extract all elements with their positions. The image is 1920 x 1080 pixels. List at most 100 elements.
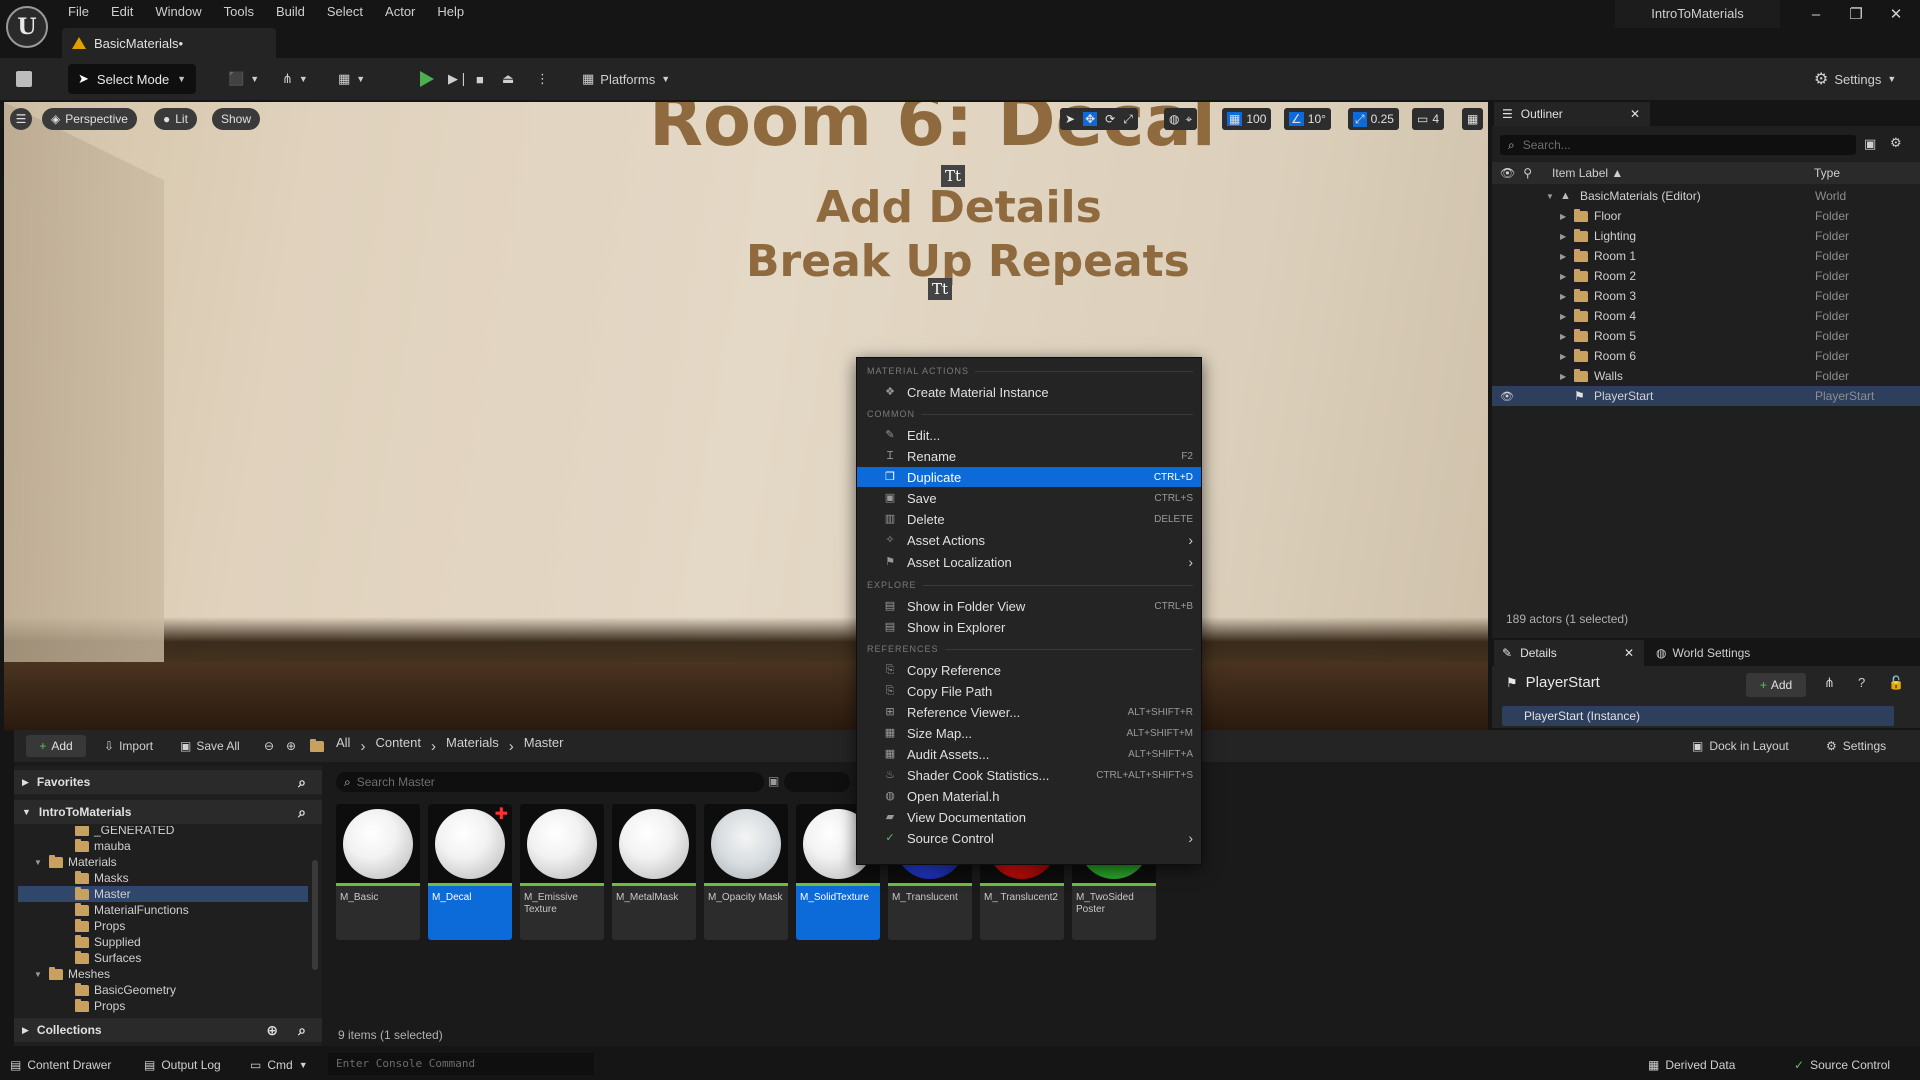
close-tab-icon[interactable]: ✕ (1630, 107, 1640, 121)
chevron-down-icon[interactable]: ▼ (1546, 192, 1554, 201)
outliner-row[interactable]: ▶ Room 4 Folder (1492, 306, 1920, 326)
level-viewport[interactable]: Room 6: Decal Add Details Break Up Repea… (4, 102, 1488, 730)
angle-snap-toggle[interactable]: ∠ 10° (1284, 108, 1331, 130)
rotate-tool-icon[interactable]: ⟳ (1105, 112, 1115, 126)
menu-item-audit-assets[interactable]: ▦ Audit Assets... ALT+SHIFT+A (857, 744, 1201, 764)
menu-item-delete[interactable]: ▥ Delete DELETE (857, 509, 1201, 529)
menu-item-size-map[interactable]: ▦ Size Map... ALT+SHIFT+M (857, 723, 1201, 743)
menu-item-view-documentation[interactable]: ▰ View Documentation (857, 807, 1201, 827)
outliner-tab[interactable]: ☰ Outliner ✕ (1494, 102, 1650, 126)
breadcrumb-item[interactable]: Master (524, 735, 564, 757)
settings-dropdown[interactable]: ⚙ Settings ▼ (1814, 64, 1896, 94)
chevron-right-icon[interactable]: ▶ (1560, 352, 1566, 361)
select-mode-dropdown[interactable]: ➤ Select Mode ▼ (68, 64, 196, 94)
chevron-down-icon[interactable]: ▼ (34, 970, 44, 979)
tree-folder[interactable]: Supplied (18, 934, 308, 950)
asset-tile[interactable]: M_MetalMask (612, 804, 696, 940)
menu-item-copy-file-path[interactable]: ⎘ Copy File Path (857, 681, 1201, 701)
chevron-right-icon[interactable]: › (360, 738, 365, 755)
chevron-right-icon[interactable]: ▶ (1560, 372, 1566, 381)
outliner-row[interactable]: ▶ Room 5 Folder (1492, 326, 1920, 346)
show-button[interactable]: Show (212, 108, 261, 130)
menu-item-shader-cook-statistics[interactable]: ♨ Shader Cook Statistics... CTRL+ALT+SHIFT… (857, 765, 1201, 785)
lit-button[interactable]: ● Lit (154, 108, 197, 130)
output-log-button[interactable]: ▤ Output Log (144, 1053, 221, 1077)
select-tool-icon[interactable]: ➤ (1065, 112, 1075, 126)
play-button[interactable] (420, 64, 434, 94)
details-add-button[interactable]: + Add (1746, 673, 1806, 697)
breadcrumb-item[interactable]: All (336, 735, 350, 757)
tree-folder[interactable]: Master (18, 886, 308, 902)
advance-frame-button[interactable]: ▶❘ (448, 64, 469, 94)
menu-tools[interactable]: Tools (214, 0, 266, 24)
camera-speed-button[interactable]: ▭ 4 (1412, 108, 1445, 130)
close-tab-icon[interactable]: ✕ (1624, 646, 1634, 660)
details-instance-row[interactable]: PlayerStart (Instance) (1502, 706, 1894, 726)
back-button[interactable]: ⊖ (264, 735, 274, 757)
menu-select[interactable]: Select (317, 0, 375, 24)
blueprint-icon[interactable]: ⋔ (1824, 675, 1835, 691)
menu-help[interactable]: Help (427, 0, 476, 24)
chevron-right-icon[interactable]: › (431, 738, 436, 755)
new-folder-icon[interactable]: ▣ (1864, 136, 1876, 152)
folder-root-button[interactable] (310, 735, 324, 757)
tree-folder[interactable]: Surfaces (18, 950, 308, 966)
platforms-dropdown[interactable]: ▦ Platforms ▼ (582, 64, 670, 94)
chevron-right-icon[interactable]: ▶ (1560, 312, 1566, 321)
level-document-tab[interactable]: BasicMaterials• (62, 28, 276, 58)
tree-folder[interactable]: MaterialFunctions (18, 902, 308, 918)
menu-item-create-material-instance[interactable]: ❖ Create Material Instance (857, 382, 1201, 402)
outliner-row[interactable]: ▶ Floor Folder (1492, 206, 1920, 226)
menu-actor[interactable]: Actor (375, 0, 427, 24)
outliner-row[interactable]: ▶ Room 6 Folder (1492, 346, 1920, 366)
perspective-button[interactable]: ◈ Perspective (42, 108, 137, 130)
menu-item-show-in-folder-view[interactable]: ▤ Show in Folder View CTRL+B (857, 596, 1201, 616)
unreal-logo-icon[interactable]: U (6, 6, 48, 48)
world-settings-tab[interactable]: ◍ World Settings (1656, 640, 1750, 666)
text-render-icon[interactable]: Tt (928, 278, 952, 300)
search-icon[interactable]: ⌕ (298, 804, 306, 821)
chevron-down-icon[interactable]: ▼ (34, 858, 44, 867)
console-input[interactable]: Enter Console Command (328, 1053, 594, 1075)
menu-window[interactable]: Window (145, 0, 213, 24)
outliner-row[interactable]: ▶ Lighting Folder (1492, 226, 1920, 246)
menu-item-copy-reference[interactable]: ⎘ Copy Reference (857, 660, 1201, 680)
chevron-right-icon[interactable]: › (509, 738, 514, 755)
outliner-row[interactable]: ▶ Room 2 Folder (1492, 266, 1920, 286)
chevron-right-icon[interactable]: ▶ (1560, 212, 1566, 221)
tree-folder[interactable]: Props (18, 998, 308, 1014)
forward-button[interactable]: ⊕ (286, 735, 296, 757)
menu-file[interactable]: File (58, 0, 101, 24)
save-search-icon[interactable]: ▣ (768, 774, 779, 788)
menu-item-show-in-explorer[interactable]: ▤ Show in Explorer (857, 617, 1201, 637)
chevron-right-icon[interactable]: ▶ (1560, 232, 1566, 241)
asset-tile[interactable]: M_Basic (336, 804, 420, 940)
breadcrumb-item[interactable]: Content (375, 735, 421, 757)
cmd-dropdown[interactable]: ▭ Cmd ▼ (250, 1053, 308, 1077)
outliner-row[interactable]: ▶ Walls Folder (1492, 366, 1920, 386)
content-drawer-button[interactable]: ▤ Content Drawer (10, 1053, 111, 1077)
viewport-layout-button[interactable]: ▦ (1462, 108, 1484, 130)
chevron-right-icon[interactable]: ▶ (1560, 292, 1566, 301)
lock-icon[interactable]: 🔓 (1888, 675, 1904, 691)
viewport-menu-button[interactable]: ☰ (10, 108, 32, 130)
tree-scrollbar[interactable] (312, 860, 318, 970)
outliner-row[interactable]: ▼ ▲ BasicMaterials (Editor) World (1492, 186, 1920, 206)
tree-folder[interactable]: mauba (18, 838, 308, 854)
visibility-icon[interactable]: 👁 (1500, 390, 1514, 403)
tree-folder[interactable]: ▼ Materials (18, 854, 308, 870)
content-search-input[interactable]: ⌕ Search Master (336, 772, 764, 792)
outliner-row[interactable]: ▶ Room 3 Folder (1492, 286, 1920, 306)
menu-build[interactable]: Build (266, 0, 317, 24)
tree-folder[interactable]: Masks (18, 870, 308, 886)
menu-item-asset-localization[interactable]: ⚑ Asset Localization › (857, 552, 1201, 572)
chevron-right-icon[interactable]: ▶ (1560, 332, 1566, 341)
tree-folder[interactable]: _GENERATED (18, 826, 308, 838)
tree-folder[interactable]: BasicGeometry (18, 982, 308, 998)
filter-input[interactable] (784, 772, 850, 792)
asset-tile[interactable]: ✚ M_Decal (428, 804, 512, 940)
details-tab[interactable]: ✎ Details ✕ (1494, 640, 1644, 666)
scale-snap-toggle[interactable]: ⤢ 0.25 (1348, 108, 1399, 130)
type-column[interactable]: Type (1814, 166, 1840, 180)
add-actor-button[interactable]: ⬛ ▼ (228, 64, 259, 94)
